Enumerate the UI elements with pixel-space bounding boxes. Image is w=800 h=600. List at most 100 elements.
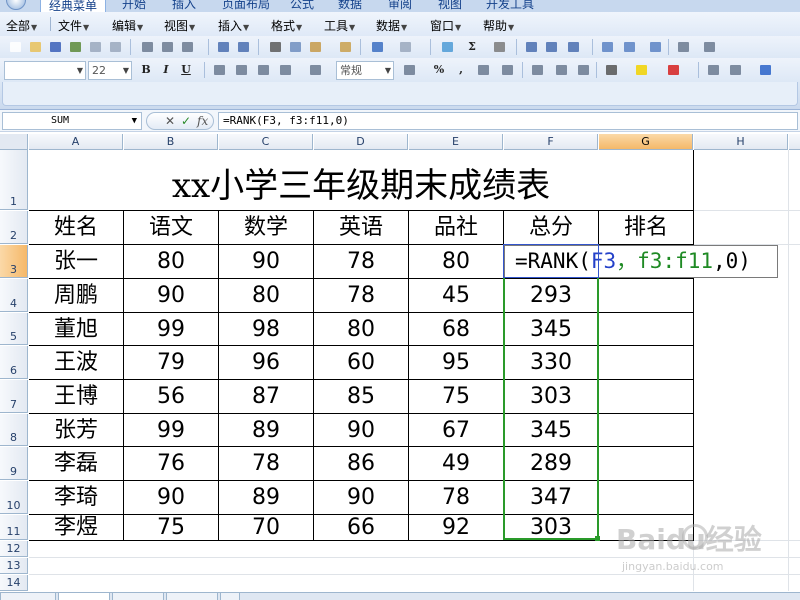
row-header-10[interactable]: 10 bbox=[0, 481, 28, 514]
header-chinese[interactable]: 语文 bbox=[124, 211, 218, 244]
menu-file[interactable]: 文件▼ bbox=[58, 17, 89, 34]
decrease-indent-icon[interactable] bbox=[528, 61, 546, 79]
cell-score[interactable]: 90 bbox=[314, 481, 408, 514]
spelling-icon[interactable] bbox=[214, 38, 232, 56]
row-header-13[interactable]: 13 bbox=[0, 558, 28, 574]
cell-name[interactable]: 王波 bbox=[29, 346, 123, 379]
cell-score[interactable]: 99 bbox=[124, 313, 218, 346]
cell-score[interactable]: 92 bbox=[409, 511, 503, 544]
paste-icon[interactable] bbox=[306, 38, 324, 56]
cell-name[interactable]: 王博 bbox=[29, 380, 123, 413]
print-preview-icon[interactable] bbox=[158, 38, 176, 56]
cell-score[interactable]: 78 bbox=[219, 447, 313, 480]
cell-score[interactable]: 49 bbox=[409, 447, 503, 480]
enter-icon[interactable]: ✓ bbox=[181, 113, 191, 129]
cell-score[interactable]: 76 bbox=[124, 447, 218, 480]
permission-icon[interactable] bbox=[66, 38, 84, 56]
menu-view[interactable]: 视图▼ bbox=[164, 17, 195, 34]
zoom-icon[interactable] bbox=[674, 38, 692, 56]
cell-score[interactable]: 89 bbox=[219, 481, 313, 514]
cell-score[interactable]: 80 bbox=[124, 245, 218, 278]
sheet-title[interactable]: xx小学三年级期末成绩表 bbox=[29, 150, 693, 210]
align-center-icon[interactable] bbox=[232, 61, 250, 79]
column-header-b[interactable]: B bbox=[124, 134, 218, 150]
column-header-partial[interactable] bbox=[789, 134, 800, 150]
currency-icon[interactable] bbox=[400, 61, 418, 79]
underline-button[interactable]: U bbox=[178, 61, 194, 79]
filter-icon[interactable] bbox=[564, 38, 582, 56]
align-left-icon[interactable] bbox=[210, 61, 228, 79]
insert-function-icon[interactable]: fx bbox=[197, 113, 208, 129]
format-painter-icon[interactable] bbox=[336, 38, 354, 56]
font-size-combo[interactable]: 22 ▼ bbox=[88, 61, 132, 80]
copy-sheet-icon[interactable] bbox=[106, 38, 124, 56]
italic-button[interactable]: I bbox=[158, 61, 174, 79]
print-icon[interactable] bbox=[138, 38, 156, 56]
chart-icon[interactable] bbox=[598, 38, 616, 56]
cell-score[interactable]: 90 bbox=[219, 245, 313, 278]
sheet-tab-3[interactable] bbox=[166, 593, 218, 600]
cell-score[interactable]: 68 bbox=[409, 313, 503, 346]
tab-review[interactable]: 审阅 bbox=[388, 0, 412, 12]
fill-handle[interactable] bbox=[595, 536, 600, 541]
undo-icon[interactable] bbox=[368, 38, 386, 56]
row-header-2[interactable]: 2 bbox=[0, 211, 28, 244]
cell-score[interactable]: 70 bbox=[219, 511, 313, 544]
header-rank[interactable]: 排名 bbox=[599, 211, 693, 244]
cell-score[interactable]: 66 bbox=[314, 511, 408, 544]
cell-score[interactable]: 98 bbox=[219, 313, 313, 346]
cell-score[interactable]: 90 bbox=[124, 481, 218, 514]
column-header-f[interactable]: F bbox=[504, 134, 598, 150]
copy-icon[interactable] bbox=[286, 38, 304, 56]
select-all-corner[interactable] bbox=[0, 134, 28, 150]
align-right-icon[interactable] bbox=[254, 61, 272, 79]
sort-descending-icon[interactable] bbox=[542, 38, 560, 56]
tab-developer[interactable]: 开发工具 bbox=[486, 0, 534, 12]
cell-score[interactable]: 75 bbox=[409, 380, 503, 413]
comma-button[interactable]: , bbox=[452, 61, 470, 79]
row-header-7[interactable]: 7 bbox=[0, 380, 28, 413]
cell-score[interactable]: 95 bbox=[409, 346, 503, 379]
row-header-6[interactable]: 6 bbox=[0, 346, 28, 379]
menu-edit[interactable]: 编辑▼ bbox=[112, 17, 143, 34]
decrease-decimal-icon[interactable] bbox=[498, 61, 516, 79]
cell-name[interactable]: 张芳 bbox=[29, 414, 123, 447]
row-header-12[interactable]: 12 bbox=[0, 541, 28, 557]
tab-insert[interactable]: 插入 bbox=[172, 0, 196, 12]
cell-name[interactable]: 李磊 bbox=[29, 447, 123, 480]
row-header-4[interactable]: 4 bbox=[0, 279, 28, 312]
open-folder-icon[interactable] bbox=[26, 38, 44, 56]
cell-score[interactable]: 89 bbox=[219, 414, 313, 447]
column-header-g[interactable]: G bbox=[599, 134, 693, 150]
cell-score[interactable]: 56 bbox=[124, 380, 218, 413]
header-social[interactable]: 品社 bbox=[409, 211, 503, 244]
menu-data[interactable]: 数据▼ bbox=[376, 17, 407, 34]
tab-classic-menu[interactable]: 经典菜单 bbox=[40, 0, 107, 12]
row-header-1[interactable]: 1 bbox=[0, 150, 28, 210]
tab-home[interactable]: 开始 bbox=[122, 0, 146, 12]
cut-icon[interactable] bbox=[266, 38, 284, 56]
row-header-14[interactable]: 14 bbox=[0, 575, 28, 591]
cell-score[interactable]: 96 bbox=[219, 346, 313, 379]
menu-all[interactable]: 全部▼ bbox=[6, 17, 37, 34]
mail-icon[interactable] bbox=[86, 38, 104, 56]
fill-color-icon[interactable] bbox=[632, 61, 650, 79]
tab-view[interactable]: 视图 bbox=[438, 0, 462, 12]
name-box[interactable]: SUM ▼ bbox=[2, 112, 142, 130]
cell-name[interactable]: 李琦 bbox=[29, 481, 123, 514]
increase-decimal-icon[interactable] bbox=[474, 61, 492, 79]
merge-center-icon[interactable] bbox=[276, 61, 294, 79]
column-header-e[interactable]: E bbox=[409, 134, 503, 150]
cell-score[interactable]: 85 bbox=[314, 380, 408, 413]
increase-indent-icon[interactable] bbox=[552, 61, 570, 79]
header-total[interactable]: 总分 bbox=[504, 211, 598, 244]
cell-score[interactable]: 90 bbox=[314, 414, 408, 447]
insert-sheet-icon[interactable] bbox=[220, 593, 240, 600]
styles-icon[interactable] bbox=[704, 61, 722, 79]
formula-input[interactable]: =RANK(F3, f3:f11,0) bbox=[218, 112, 798, 130]
column-header-c[interactable]: C bbox=[219, 134, 313, 150]
redo-icon[interactable] bbox=[396, 38, 414, 56]
function-icon[interactable] bbox=[490, 38, 508, 56]
pivot-icon[interactable] bbox=[620, 38, 638, 56]
bold-button[interactable]: B bbox=[138, 61, 154, 79]
